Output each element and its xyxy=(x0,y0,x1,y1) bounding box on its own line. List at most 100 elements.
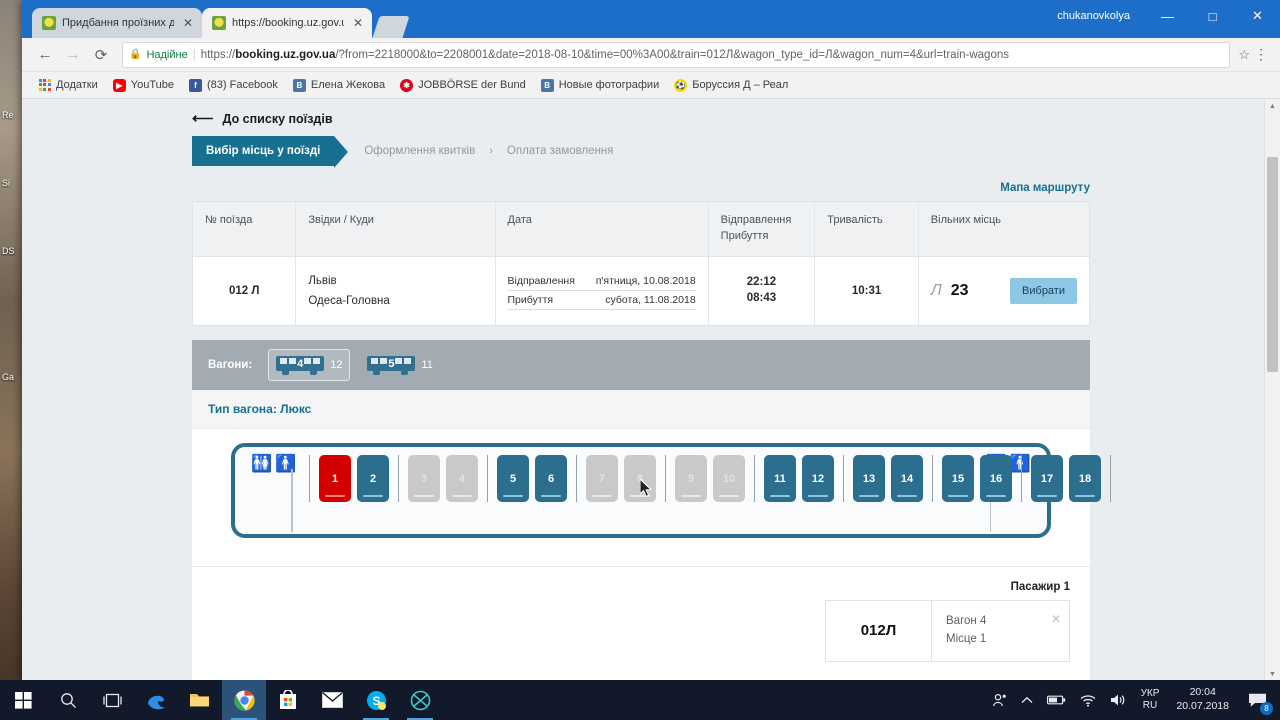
seat-14[interactable]: 14 xyxy=(891,455,923,503)
omnibox-divider: | xyxy=(192,48,196,61)
edge-button[interactable] xyxy=(134,680,178,720)
window-user-label[interactable]: chukanovkolya xyxy=(1057,10,1130,22)
arrival-label: Прибуття xyxy=(507,294,554,306)
seat-13[interactable]: 13 xyxy=(853,455,885,503)
wagon-selector-bar: Вагони: 4 12 5 11 xyxy=(192,340,1090,391)
search-button[interactable] xyxy=(46,680,90,720)
file-explorer-button[interactable] xyxy=(178,680,222,720)
action-center-button[interactable]: 8 xyxy=(1238,680,1276,720)
chrome-button[interactable] xyxy=(222,680,266,720)
wagon-number: 4 xyxy=(297,357,304,370)
favicon-uz-icon xyxy=(42,16,56,30)
clock-date: 20.07.2018 xyxy=(1176,700,1229,712)
scroll-down-arrow-icon[interactable]: ▼ xyxy=(1265,667,1280,680)
seat-number: 16 xyxy=(989,472,1003,485)
maximize-button[interactable]: □ xyxy=(1190,0,1235,32)
seat-10: 10 xyxy=(713,455,745,503)
step-seat-selection[interactable]: Вибір місць у поїзді xyxy=(192,136,349,168)
free-seats-wrap: Л 23 Вибрати xyxy=(931,278,1077,304)
browser-tab-1[interactable]: Придбання проїзних до ✕ xyxy=(32,8,202,38)
volume-icon[interactable] xyxy=(1103,680,1133,720)
seat-1[interactable]: 1 xyxy=(319,455,351,503)
compartment: 13 14 xyxy=(844,455,933,503)
clock[interactable]: 20:04 20.07.2018 xyxy=(1167,686,1238,713)
wagon-free-count: 12 xyxy=(330,359,343,372)
bookmark-label: JOBBÖRSE der Bund xyxy=(418,79,526,91)
seat-16[interactable]: 16 xyxy=(980,455,1012,503)
address-bar[interactable]: 🔒 Надійне | https://booking.uz.gov.ua/?f… xyxy=(122,41,1231,68)
skype-button[interactable]: S xyxy=(354,680,398,720)
seat-18[interactable]: 18 xyxy=(1069,455,1101,503)
seat-17[interactable]: 17 xyxy=(1031,455,1063,503)
departure-date-line: Відправлення п'ятниця, 10.08.2018 xyxy=(507,272,696,291)
bookmark-borussia[interactable]: ⚽ Боруссия Д – Реал xyxy=(668,77,794,94)
close-icon[interactable]: ✕ xyxy=(350,16,366,30)
vk-icon: B xyxy=(292,78,306,92)
mail-button[interactable] xyxy=(310,680,354,720)
passenger-seat-info: Вагон 4 Місце 1 ✕ xyxy=(932,601,1069,661)
step-payment: Оплата замовлення xyxy=(506,145,614,157)
seat-number: 6 xyxy=(547,472,555,485)
seat-12[interactable]: 12 xyxy=(802,455,834,503)
forward-icon[interactable]: → xyxy=(60,42,86,68)
battery-icon[interactable] xyxy=(1040,680,1073,720)
chrome-menu-icon[interactable]: ⋮ xyxy=(1252,46,1270,63)
wagon-option-4[interactable]: 4 12 xyxy=(268,349,351,382)
reload-icon[interactable]: ⟳ xyxy=(88,42,114,68)
seat-2[interactable]: 2 xyxy=(357,455,389,503)
task-view-button[interactable] xyxy=(90,680,134,720)
bookmark-label: Боруссия Д – Реал xyxy=(692,79,789,91)
route-map-link[interactable]: Мапа маршруту xyxy=(1000,182,1090,194)
cell-duration: 10:31 xyxy=(814,256,919,326)
seat-6[interactable]: 6 xyxy=(535,455,567,503)
utorrent-button[interactable] xyxy=(398,680,442,720)
bookmark-elena-zhekova[interactable]: B Елена Жекова xyxy=(287,77,391,94)
start-button[interactable] xyxy=(0,680,46,720)
minimize-button[interactable]: — xyxy=(1145,0,1190,32)
wagon-option-5[interactable]: 5 11 xyxy=(360,350,439,380)
station-from: Львів xyxy=(308,274,337,287)
close-icon[interactable]: ✕ xyxy=(180,16,196,30)
departure-time: 22:12 xyxy=(746,276,777,289)
show-hidden-icons[interactable] xyxy=(1014,680,1040,720)
cell-stations: Львів Одеса-Головна xyxy=(295,256,496,326)
back-icon[interactable]: ← xyxy=(32,42,58,68)
seat-5[interactable]: 5 xyxy=(497,455,529,503)
new-tab-button[interactable] xyxy=(372,16,410,38)
seat-class-letter: Л xyxy=(930,282,942,299)
remove-passenger-icon[interactable]: ✕ xyxy=(1051,610,1061,629)
people-icon[interactable] xyxy=(985,680,1014,720)
bookmark-facebook[interactable]: f (83) Facebook xyxy=(183,77,284,94)
back-to-train-list-link[interactable]: ⟵ До списку поїздів xyxy=(172,99,1110,136)
browser-tab-2[interactable]: https://booking.uz.gov.ua ✕ xyxy=(202,8,372,38)
close-window-button[interactable]: ✕ xyxy=(1235,0,1280,32)
store-button[interactable] xyxy=(266,680,310,720)
seat-3: 3 xyxy=(408,455,440,503)
window-controls: — □ ✕ xyxy=(1145,0,1280,32)
seat-11[interactable]: 11 xyxy=(764,455,796,503)
partition-left xyxy=(291,469,293,533)
arrival-time: 08:43 xyxy=(746,292,777,304)
train-table: № поїзда Звідки / Куди Дата Відправлення… xyxy=(193,202,1089,326)
wagon-list: 4 12 5 11 xyxy=(268,349,440,382)
select-train-button[interactable]: Вибрати xyxy=(1010,278,1077,304)
train-info-card: № поїзда Звідки / Куди Дата Відправлення… xyxy=(192,201,1090,327)
vk-icon: B xyxy=(540,78,554,92)
passenger-train-number: 012Л xyxy=(826,601,932,661)
bookmark-jobboerse[interactable]: ✱ JOBBÖRSE der Bund xyxy=(394,77,532,94)
bookmark-apps[interactable]: Додатки xyxy=(32,77,104,94)
passenger-section: Пасажир 1 012Л Вагон 4 Місце 1 ✕ xyxy=(192,566,1090,680)
seat-15[interactable]: 15 xyxy=(942,455,974,503)
bookmark-new-photos[interactable]: B Новые фотографии xyxy=(535,77,666,94)
page-scrollbar[interactable]: ▲ ▼ xyxy=(1264,99,1280,680)
compartment: 15 16 xyxy=(933,455,1022,503)
compartment: 9 10 xyxy=(666,455,755,503)
bookmark-youtube[interactable]: ▶ YouTube xyxy=(107,77,180,94)
scrollbar-thumb[interactable] xyxy=(1267,157,1278,372)
bookmark-star-icon[interactable]: ☆ xyxy=(1238,47,1250,63)
bookmark-label: Елена Жекова xyxy=(310,79,386,91)
scroll-up-arrow-icon[interactable]: ▲ xyxy=(1265,99,1280,114)
tab-strip: Придбання проїзних до ✕ https://booking.… xyxy=(32,8,410,38)
wifi-icon[interactable] xyxy=(1073,680,1103,720)
language-indicator[interactable]: УКР RU xyxy=(1133,688,1168,713)
